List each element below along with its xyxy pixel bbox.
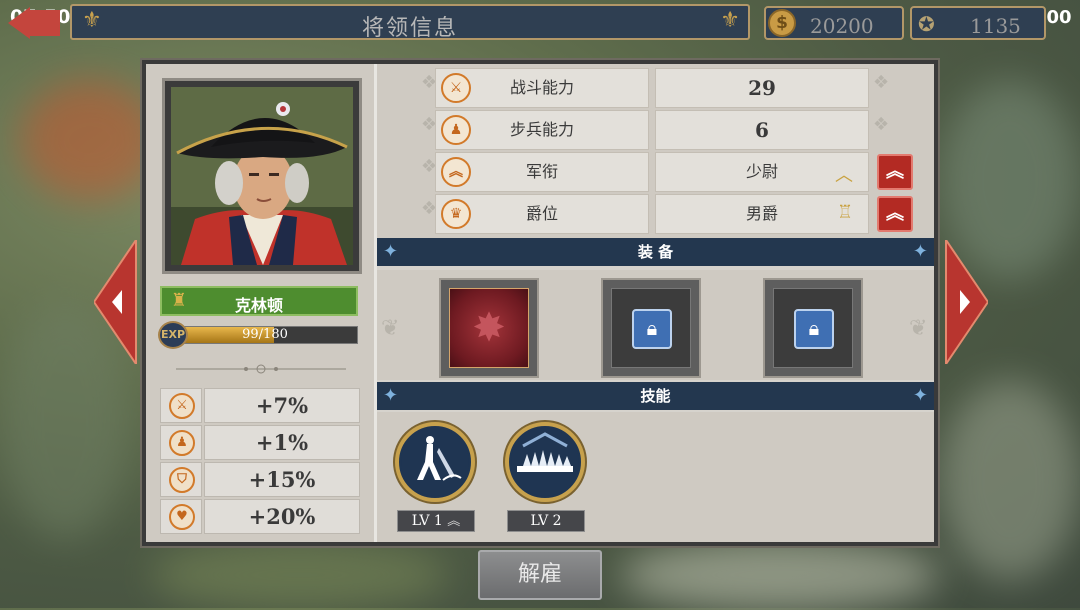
fleur-icon: ✦ (383, 385, 399, 406)
spike-barrier-skill-icon (511, 428, 579, 496)
equipment-title: 装 备 (637, 243, 674, 261)
general-info-panel: ♜ 克林顿 99/180 EXP ⚔ +7% ♟ +1% ⛉ +15% ♥ +2… (142, 60, 938, 546)
gold-value: 20200 (810, 14, 874, 38)
bonus-row: ⛉ +15% (160, 462, 360, 497)
bonus-value: +15% (204, 462, 360, 497)
bonus-row: ⚔ +7% (160, 388, 360, 423)
sword-icon: ⚔ (169, 393, 195, 419)
infantry-icon: ♟ (169, 430, 195, 456)
stat-row-combat: 战斗能力 ⚔ 29 (435, 68, 877, 108)
skill-level-label: LV 1 ︽ (397, 510, 475, 532)
next-general-arrow[interactable] (944, 236, 990, 368)
coin-icon: $ (768, 9, 796, 37)
equipment-area: ❦ ❦ ✸ 🔒︎ 🔒︎ (377, 270, 934, 380)
stat-row-infantry: 步兵能力 ♟ 6 (435, 110, 877, 150)
crown-icon: ♛ (441, 199, 471, 229)
general-name-bar: ♜ 克林顿 (160, 286, 358, 316)
equipment-item-icon: ✸ (449, 288, 529, 368)
ornament-icon: ❦ (381, 316, 400, 341)
dismiss-button[interactable]: 解雇 (478, 550, 602, 600)
ornament-icon: ❦ (909, 316, 928, 341)
prev-general-arrow[interactable] (92, 236, 138, 368)
skill-spike-barrier[interactable] (505, 422, 585, 502)
exp-progress-bar: 99/180 (172, 326, 358, 344)
charge-skill-icon (401, 428, 469, 496)
heart-icon: ♥ (169, 504, 195, 530)
noble-banner-icon: ♖ (837, 202, 854, 223)
rank-upgrade-button[interactable]: ︽ (877, 154, 913, 190)
shield-icon: ⛉ (169, 467, 195, 493)
title-upgrade-button[interactable]: ︽ (877, 196, 913, 232)
skills-title: 技能 (640, 387, 671, 405)
gem-value: 1135 (970, 14, 1021, 38)
fleur-icon: ✦ (912, 385, 928, 406)
bonus-value: +20% (204, 499, 360, 534)
bonus-table: ⚔ +7% ♟ +1% ⛉ +15% ♥ +20% (160, 388, 360, 536)
general-profile: ♜ 克林顿 99/180 EXP ⚔ +7% ♟ +1% ⛉ +15% ♥ +2… (146, 64, 377, 542)
gem-counter[interactable]: ✪ 1135 (910, 6, 1046, 40)
general-name: 克林顿 (234, 296, 283, 315)
ornament-divider (176, 364, 346, 374)
gold-counter[interactable]: $ 20200 (764, 6, 904, 40)
page-title: 将领信息 (361, 16, 458, 41)
skill-charge[interactable] (395, 422, 475, 502)
portrait-frame (162, 78, 362, 274)
equipment-slot-3[interactable]: 🔒︎ (763, 278, 863, 378)
skills-header: ✦ 技能 ✦ (377, 382, 934, 410)
crossed-swords-icon: ⚔ (441, 73, 471, 103)
lock-icon: 🔒︎ (794, 309, 834, 349)
exp-text: 99/180 (242, 327, 288, 342)
stat-value: 6 (655, 110, 869, 150)
stat-row-rank: 军衔 ︽ 少尉 ︿ (435, 152, 877, 192)
equipment-header: ✦ 装 备 ✦ (377, 238, 934, 266)
medal-icon: ✪ (918, 12, 935, 36)
bonus-value: +1% (204, 425, 360, 460)
lock-icon: 🔒︎ (632, 309, 672, 349)
rank-chevron-icon: ︿ (835, 165, 853, 186)
upgrade-chevron-icon: ︽ (447, 514, 461, 529)
infantry-icon: ♟ (441, 115, 471, 145)
rank-chevron-icon: ︽ (441, 157, 471, 187)
equipment-slot-2[interactable]: 🔒︎ (601, 278, 701, 378)
skills-area: LV 1 ︽ LV 2 (377, 412, 934, 542)
exp-badge: EXP (158, 321, 188, 349)
equipment-slot-1[interactable]: ✸ (439, 278, 539, 378)
skill-level-label: LV 2 (507, 510, 585, 532)
bonus-value: +7% (204, 388, 360, 423)
general-portrait (171, 87, 353, 265)
title-bar: ⚜ 将领信息 ⚜ (70, 4, 750, 41)
stats-area: ❖ ❖ ❖ ❖ ❖ ❖ 战斗能力 ⚔ 29 步兵能力 ♟ 6 军衔 ︽ 少尉 ︿… (377, 64, 934, 238)
fleur-icon: ✦ (912, 241, 928, 262)
fleur-icon: ✦ (383, 241, 399, 262)
fleur-de-lis-icon: ⚜ (720, 8, 740, 33)
back-button[interactable] (0, 4, 66, 42)
stat-value: 29 (655, 68, 869, 108)
bonus-row: ♟ +1% (160, 425, 360, 460)
stat-row-title: 爵位 ♛ 男爵 ♖ (435, 194, 877, 234)
bonus-row: ♥ +20% (160, 499, 360, 534)
